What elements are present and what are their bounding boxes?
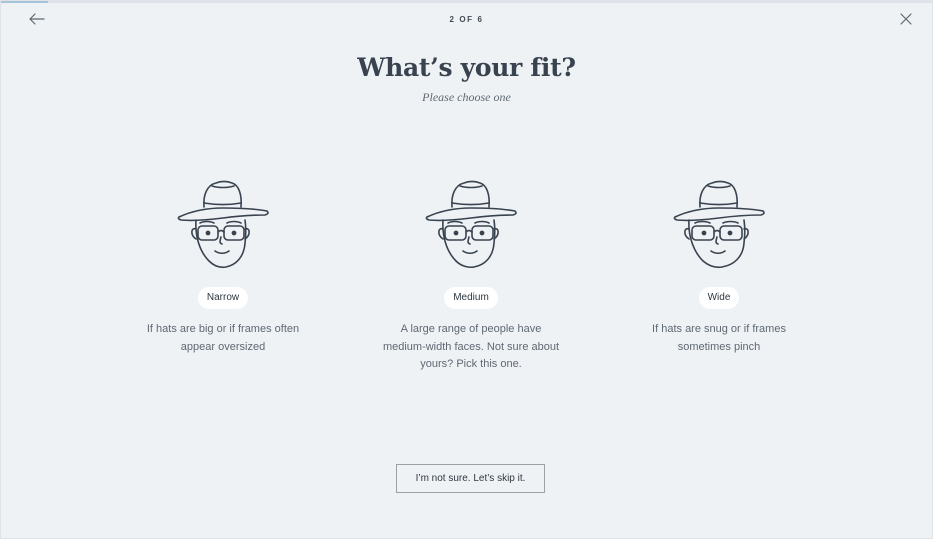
progress-track <box>1 1 932 3</box>
option-description: If hats are snug or if frames sometimes … <box>652 323 786 353</box>
face-with-hat-and-glasses-icon <box>177 180 269 269</box>
option-description: A large range of people have medium-widt… <box>382 323 560 370</box>
fit-option-wide[interactable]: Wide If hats are snug or if frames somet… <box>624 177 814 356</box>
option-label: Narrow <box>197 287 249 309</box>
fit-option-medium[interactable]: Medium A large range of people have medi… <box>376 177 566 374</box>
page-title: What’s your fit? <box>357 53 576 82</box>
step-indicator: 2 OF 6 <box>449 15 484 24</box>
option-label: Wide <box>698 287 740 309</box>
face-with-hat-and-glasses-icon <box>425 180 517 269</box>
progress-fill <box>1 1 48 3</box>
close-button[interactable] <box>898 11 914 27</box>
fit-option-narrow[interactable]: Narrow If hats are big or if frames ofte… <box>128 177 318 356</box>
skip-button[interactable]: I’m not sure. Let’s skip it. <box>396 464 545 493</box>
close-icon <box>900 13 912 25</box>
option-label: Medium <box>444 287 498 309</box>
option-description: If hats are big or if frames often appea… <box>146 323 300 353</box>
face-with-hat-and-glasses-icon <box>673 180 765 269</box>
page-subtitle: Please choose one <box>422 90 511 104</box>
